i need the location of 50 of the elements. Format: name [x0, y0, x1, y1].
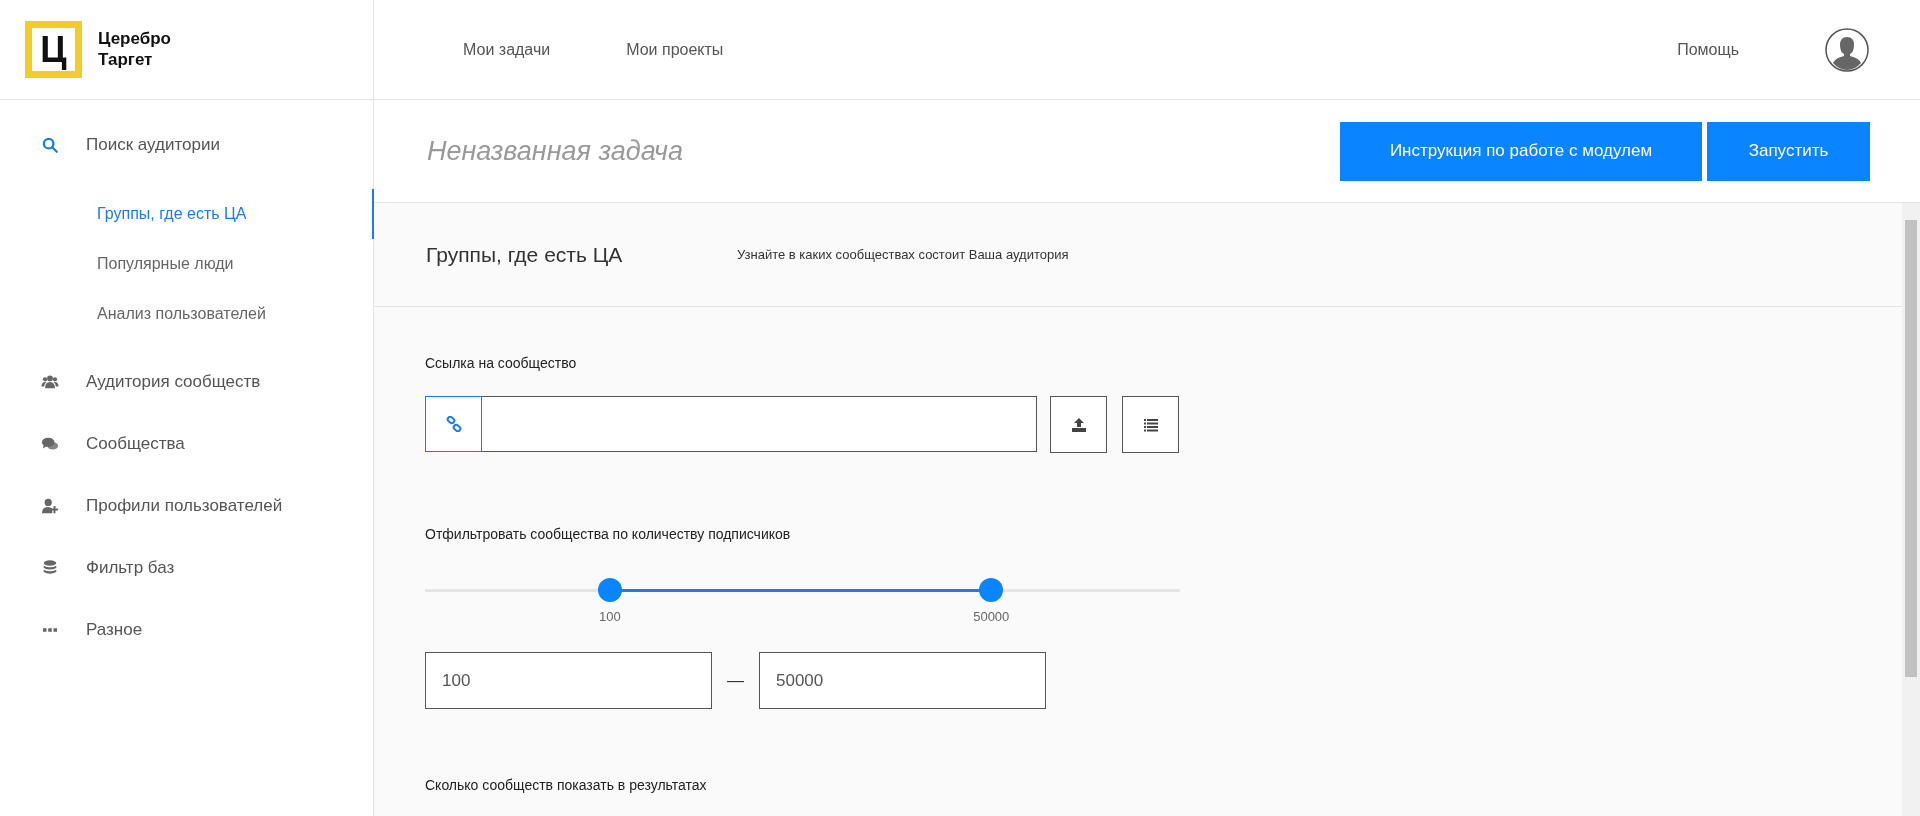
add-user-icon: [41, 497, 59, 515]
sidebar-item[interactable]: Сообщества: [0, 424, 373, 464]
sidebar-item-label: Аудитория сообществ: [86, 372, 261, 392]
section-title: Группы, где есть ЦА: [426, 242, 624, 267]
sidebar-item-label: Профили пользователей: [86, 496, 283, 516]
sidebar-item[interactable]: Разное: [0, 610, 373, 650]
max-input-field[interactable]: 50000: [759, 652, 1046, 709]
link-icon: [445, 416, 462, 432]
range-separator: —: [726, 670, 745, 691]
scrollbar[interactable]: [1902, 203, 1920, 816]
top-nav-link[interactable]: Мои проекты: [626, 40, 724, 59]
slider-value-label: 100: [599, 609, 621, 624]
avatar-icon[interactable]: [1825, 27, 1869, 72]
slider-thumb[interactable]: [597, 578, 622, 602]
database-icon: [41, 559, 59, 577]
sidebar-item[interactable]: Профили пользователей: [0, 486, 373, 526]
search-icon: [41, 136, 59, 154]
upload-button[interactable]: [1050, 396, 1107, 453]
dots-icon: [43, 628, 57, 632]
sidebar-item-label: Разное: [86, 620, 143, 640]
sidebar-subitem[interactable]: Анализ пользователей: [0, 289, 374, 339]
scrollbar-thumb[interactable]: [1905, 220, 1917, 677]
field-label: Ссылка на сообщество: [425, 355, 578, 372]
top-nav-link[interactable]: Мои задачи: [463, 40, 551, 59]
upload-icon: [1070, 416, 1087, 433]
sidebar-item[interactable]: Аудитория сообществ: [0, 362, 373, 402]
min-input-field[interactable]: 100: [425, 652, 712, 709]
help-link[interactable]: Помощь: [1677, 40, 1739, 59]
sidebar-item[interactable]: Поиск аудитории: [0, 125, 373, 165]
list-button[interactable]: [1122, 396, 1179, 453]
list-icon: [1142, 416, 1159, 433]
slider-value-label: 50000: [973, 609, 1010, 624]
people-icon: [41, 373, 59, 391]
sidebar-subitem[interactable]: Популярные люди: [0, 239, 374, 289]
sidebar-item-label: Поиск аудитории: [86, 135, 220, 155]
section-description: Узнайте в каких сообществах состоит Ваша аудитория: [737, 247, 1069, 262]
logo-mark: Ц: [25, 21, 82, 78]
field-label: Отфильтровать сообщества по количеству подписчиков: [425, 526, 792, 543]
sidebar-item-label: Фильтр баз: [86, 558, 175, 578]
slider-thumb[interactable]: [979, 578, 1004, 602]
logo-text: Церебро Таргет: [98, 29, 171, 70]
field-label: Сколько сообществ показать в результатах: [425, 777, 708, 794]
task-title: Неназванная задача: [427, 135, 683, 167]
sidebar-item-label: Сообщества: [86, 434, 185, 454]
link-input-field[interactable]: [425, 396, 1037, 452]
sidebar-item[interactable]: Фильтр баз: [0, 548, 373, 588]
run-button[interactable]: Запустить: [1707, 121, 1870, 181]
range-slider[interactable]: 100 50000: [425, 573, 1180, 650]
instruction-button[interactable]: Инструкция по работе с модулем: [1340, 121, 1702, 181]
chat-icon: [41, 435, 59, 453]
